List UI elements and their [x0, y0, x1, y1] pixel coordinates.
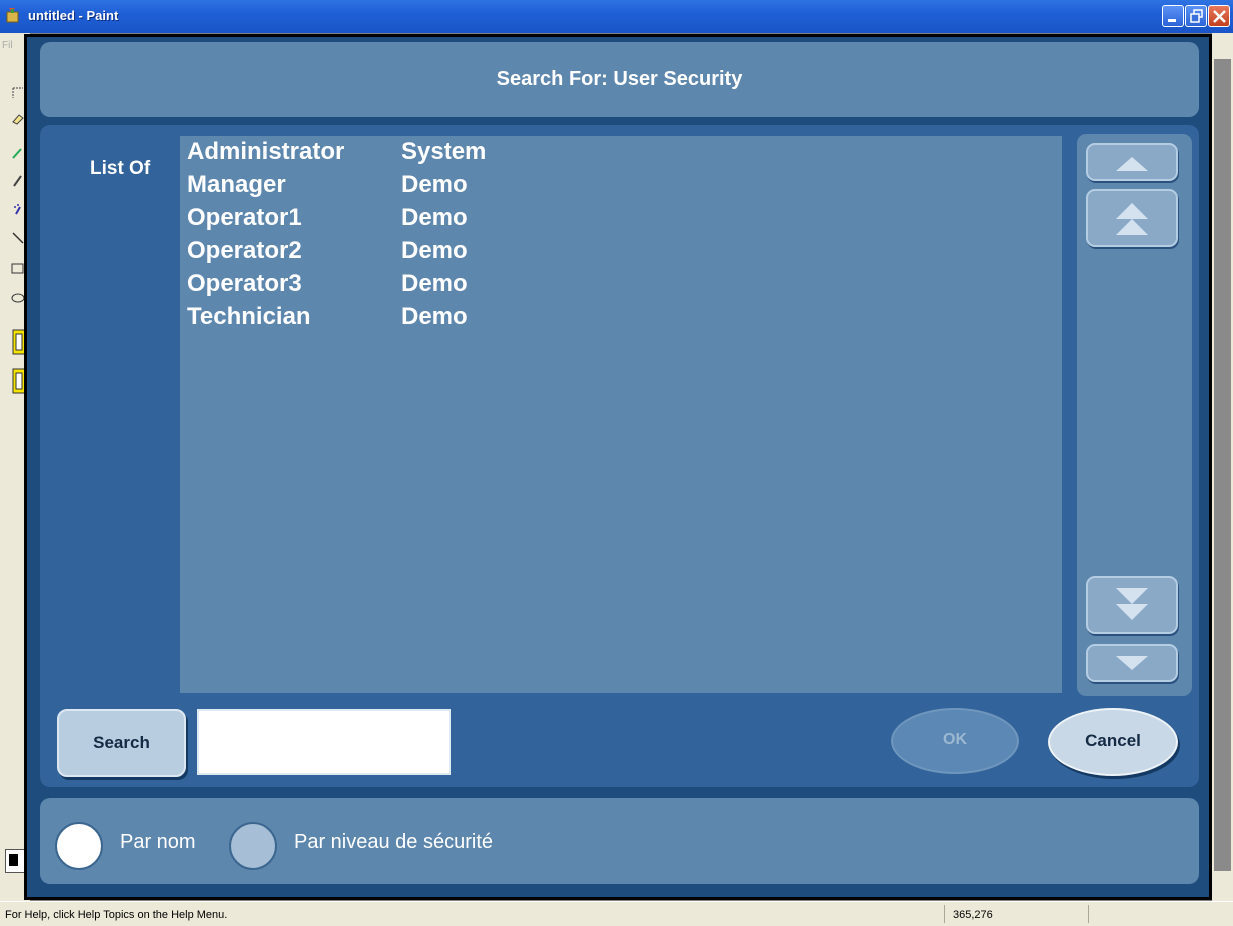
window-title: untitled - Paint: [28, 8, 119, 23]
ok-button-label: OK: [943, 731, 967, 748]
user-name: Technician: [187, 303, 311, 330]
current-color-box[interactable]: [5, 849, 25, 873]
arrow-up-icon: [1116, 157, 1148, 171]
minimize-icon: [1168, 19, 1176, 22]
status-coordinates: 365,276: [953, 909, 993, 921]
close-icon: [1213, 10, 1226, 23]
cancel-button[interactable]: Cancel: [1048, 708, 1178, 776]
user-domain: Demo: [401, 270, 468, 297]
scroll-down-button[interactable]: [1086, 644, 1178, 682]
radio-by-name-label[interactable]: Par nom: [120, 831, 196, 854]
user-domain: Demo: [401, 204, 468, 231]
scroll-up-button[interactable]: [1086, 143, 1178, 181]
user-domain: System: [401, 138, 487, 165]
list-item[interactable]: Operator2 Demo: [180, 235, 1062, 268]
arrow-down-icon: [1116, 656, 1148, 670]
dialog-title: Search For: User Security: [496, 68, 743, 90]
status-help-text: For Help, click Help Topics on the Help …: [5, 909, 228, 921]
restore-button[interactable]: [1185, 5, 1207, 27]
search-button-label: Search: [93, 733, 150, 752]
user-list[interactable]: Administrator System Manager Demo Operator…: [180, 136, 1062, 693]
scroll-page-up-button[interactable]: [1086, 189, 1178, 247]
cancel-button-label: Cancel: [1085, 731, 1141, 750]
scroll-track[interactable]: [1214, 59, 1231, 871]
double-arrow-down-icon: [1116, 588, 1148, 620]
close-button[interactable]: [1208, 5, 1230, 27]
user-security-search-dialog: Search For: User Security List Of Admini…: [24, 34, 1212, 900]
status-divider: [944, 905, 945, 923]
status-bar: For Help, click Help Topics on the Help …: [0, 901, 1233, 926]
user-name: Operator3: [187, 270, 302, 297]
user-name: Manager: [187, 171, 286, 198]
list-item[interactable]: Operator3 Demo: [180, 268, 1062, 301]
list-item[interactable]: Manager Demo: [180, 169, 1062, 202]
list-item[interactable]: Administrator System: [180, 136, 1062, 169]
user-name: Operator2: [187, 237, 302, 264]
dialog-main-panel: List Of Administrator System Manager Demo …: [40, 125, 1199, 787]
foreground-color: [9, 854, 18, 866]
title-bar: untitled - Paint: [0, 0, 1233, 33]
dialog-header: Search For: User Security: [40, 42, 1199, 117]
restore-icon: [1190, 9, 1203, 23]
status-divider: [1088, 905, 1089, 923]
double-arrow-up-icon: [1116, 203, 1148, 235]
ok-button[interactable]: OK: [891, 708, 1019, 774]
user-name: Administrator: [187, 138, 345, 165]
search-input[interactable]: [197, 709, 451, 775]
scroll-page-down-button[interactable]: [1086, 576, 1178, 634]
list-of-label: List Of: [90, 158, 151, 179]
user-name: Operator1: [187, 204, 302, 231]
radio-by-name[interactable]: [55, 822, 103, 870]
radio-by-security-level-label[interactable]: Par niveau de sécurité: [294, 831, 493, 854]
list-item[interactable]: Technician Demo: [180, 301, 1062, 334]
paint-app-icon: [6, 8, 19, 23]
paint-vertical-scrollbar[interactable]: [1212, 33, 1233, 901]
search-mode-panel: Par nom Par niveau de sécurité: [40, 798, 1199, 884]
user-domain: Demo: [401, 171, 468, 198]
search-button[interactable]: Search: [57, 709, 186, 777]
file-menu[interactable]: Fil: [2, 40, 13, 51]
list-item[interactable]: Operator1 Demo: [180, 202, 1062, 235]
radio-by-security-level[interactable]: [229, 822, 277, 870]
list-scroll-panel: [1077, 134, 1192, 696]
user-domain: Demo: [401, 303, 468, 330]
user-domain: Demo: [401, 237, 468, 264]
minimize-button[interactable]: [1162, 5, 1184, 27]
